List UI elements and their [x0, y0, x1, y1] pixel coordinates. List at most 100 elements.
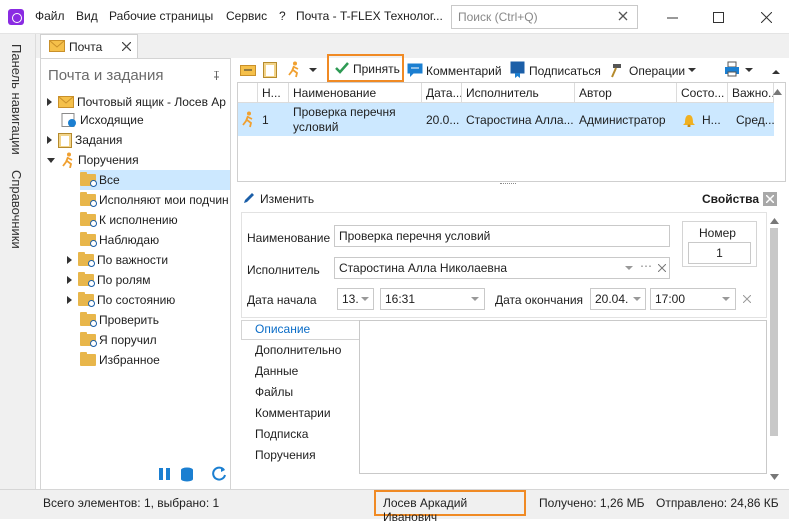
printer-icon[interactable] [724, 61, 740, 77]
menu-view[interactable]: Вид [76, 9, 98, 23]
search-folder-icon [80, 212, 97, 227]
search-folder-icon [80, 312, 97, 327]
runner-icon[interactable] [287, 61, 301, 78]
status-user-box[interactable]: Лосев Аркадий Иванович [374, 490, 526, 524]
menu-service[interactable]: Сервис [226, 9, 267, 23]
tab-data[interactable]: Данные [255, 364, 298, 378]
start-time-field[interactable]: 16:31 [380, 288, 485, 310]
tree-item-by-roles[interactable]: По ролям [67, 270, 150, 290]
column-header-state[interactable]: Состо... [677, 83, 728, 103]
toolbar: Принять Комментарий Подписаться Операции [237, 54, 786, 82]
menu-help[interactable]: ? [279, 9, 286, 23]
search-folder-icon [80, 332, 97, 347]
column-header-number[interactable]: Н... [258, 83, 289, 103]
folder-icon [80, 352, 96, 366]
accept-button[interactable]: Принять [327, 54, 404, 82]
column-header-executor[interactable]: Исполнитель [462, 83, 575, 103]
clear-icon[interactable] [743, 295, 751, 303]
tree-item-subordinates[interactable]: Исполняют мои подчин [80, 190, 230, 210]
tree-item-by-importance[interactable]: По важности [67, 250, 168, 270]
column-header-flag[interactable] [238, 83, 258, 103]
operations-button[interactable]: Операции [629, 64, 685, 78]
comment-button[interactable]: Комментарий [426, 64, 502, 78]
menu-workpages[interactable]: Рабочие страницы [109, 9, 213, 23]
cell-number: 1 [262, 112, 269, 127]
tree-label: Наблюдаю [99, 233, 160, 247]
column-header-author[interactable]: Автор [575, 83, 677, 103]
more-icon[interactable]: ⋯ [640, 259, 652, 273]
name-label: Наименование [247, 231, 331, 245]
columns-icon[interactable] [158, 467, 172, 481]
pencil-icon[interactable] [242, 191, 256, 205]
scroll-up-icon[interactable] [773, 89, 782, 95]
executor-label: Исполнитель [247, 263, 320, 277]
search-folder-icon [78, 252, 95, 267]
search-folder-icon [80, 192, 97, 207]
tab-additional[interactable]: Дополнительно [255, 343, 341, 357]
rail-directories[interactable]: Справочники [9, 170, 24, 249]
cell-author: Администратор [579, 112, 666, 127]
tab-mail[interactable]: Почта [40, 34, 138, 58]
menu-file[interactable]: Файл [35, 9, 65, 23]
tree-item-observe[interactable]: Наблюдаю [80, 230, 159, 250]
scrollbar-thumb[interactable] [770, 228, 778, 436]
tree-item-assignments[interactable]: Поручения [47, 150, 139, 170]
pin-icon[interactable] [213, 71, 220, 80]
cell-executor: Старостина Алла... [466, 112, 574, 127]
new-message-icon[interactable] [240, 63, 256, 77]
executor-field[interactable]: Старостина Алла Николаевна [334, 257, 670, 279]
database-icon[interactable] [179, 466, 195, 482]
search-folder-icon [78, 272, 95, 287]
tree-item-favorites[interactable]: Избранное [80, 350, 160, 370]
accept-label: Принять [353, 62, 400, 76]
description-editor[interactable] [359, 320, 767, 474]
subscribe-icon[interactable] [510, 61, 525, 78]
scroll-up-icon[interactable] [770, 218, 779, 224]
tree-item-i-assigned[interactable]: Я поручил [80, 330, 157, 350]
tab-description-label[interactable]: Описание [255, 322, 310, 336]
name-field[interactable]: Проверка перечня условий [334, 225, 670, 247]
maximize-button[interactable] [695, 0, 741, 34]
status-received: Получено: 1,26 МБ [539, 496, 645, 510]
edit-button[interactable]: Изменить [260, 192, 314, 206]
splitter-handle[interactable] [500, 183, 516, 186]
close-icon[interactable] [122, 42, 131, 51]
tree-item-to-execute[interactable]: К исполнению [80, 210, 178, 230]
hammer-icon[interactable] [609, 62, 625, 78]
clipboard-icon [58, 133, 72, 148]
tree-item-by-state[interactable]: По состоянию [67, 290, 175, 310]
clipboard-icon[interactable] [263, 61, 277, 78]
close-properties-button[interactable] [763, 192, 777, 206]
tree-item-all[interactable]: Все [80, 170, 230, 190]
column-header-name[interactable]: Наименование [289, 83, 422, 103]
runner-icon [242, 111, 253, 128]
column-header-importance[interactable]: Важно... [728, 83, 774, 103]
side-rail: Панель навигации Справочники [0, 34, 36, 519]
close-icon[interactable] [617, 10, 629, 22]
close-button[interactable] [743, 0, 789, 34]
status-bar: Всего элементов: 1, выбрано: 1 Лосев Арк… [0, 489, 789, 524]
app-icon[interactable] [8, 9, 24, 25]
status-user: Лосев Аркадий Иванович [383, 496, 468, 524]
tab-subscription[interactable]: Подписка [255, 427, 308, 441]
search-input[interactable]: Поиск (Ctrl+Q) [451, 5, 638, 29]
comment-icon[interactable] [407, 63, 423, 77]
tab-assignments[interactable]: Поручения [255, 448, 316, 462]
tree-item-mailbox[interactable]: Почтовый ящик - Лосев Ар [47, 92, 226, 112]
tab-comments[interactable]: Комментарии [255, 406, 331, 420]
clear-icon[interactable] [658, 264, 666, 272]
tree-item-outgoing[interactable]: Исходящие [61, 110, 144, 130]
tab-strip [36, 34, 789, 58]
search-folder-icon [80, 232, 97, 247]
refresh-icon[interactable] [212, 466, 227, 481]
tab-files[interactable]: Файлы [255, 385, 293, 399]
scroll-down-icon[interactable] [770, 474, 779, 480]
rail-nav-panel[interactable]: Панель навигации [9, 44, 24, 155]
column-header-date[interactable]: Дата... [422, 83, 462, 103]
checkmark-icon [335, 62, 349, 74]
tree-item-check[interactable]: Проверить [80, 310, 159, 330]
number-field[interactable]: 1 [688, 242, 751, 264]
subscribe-button[interactable]: Подписаться [529, 64, 601, 78]
tree-item-tasks[interactable]: Задания [47, 130, 122, 150]
minimize-button[interactable] [649, 0, 695, 34]
